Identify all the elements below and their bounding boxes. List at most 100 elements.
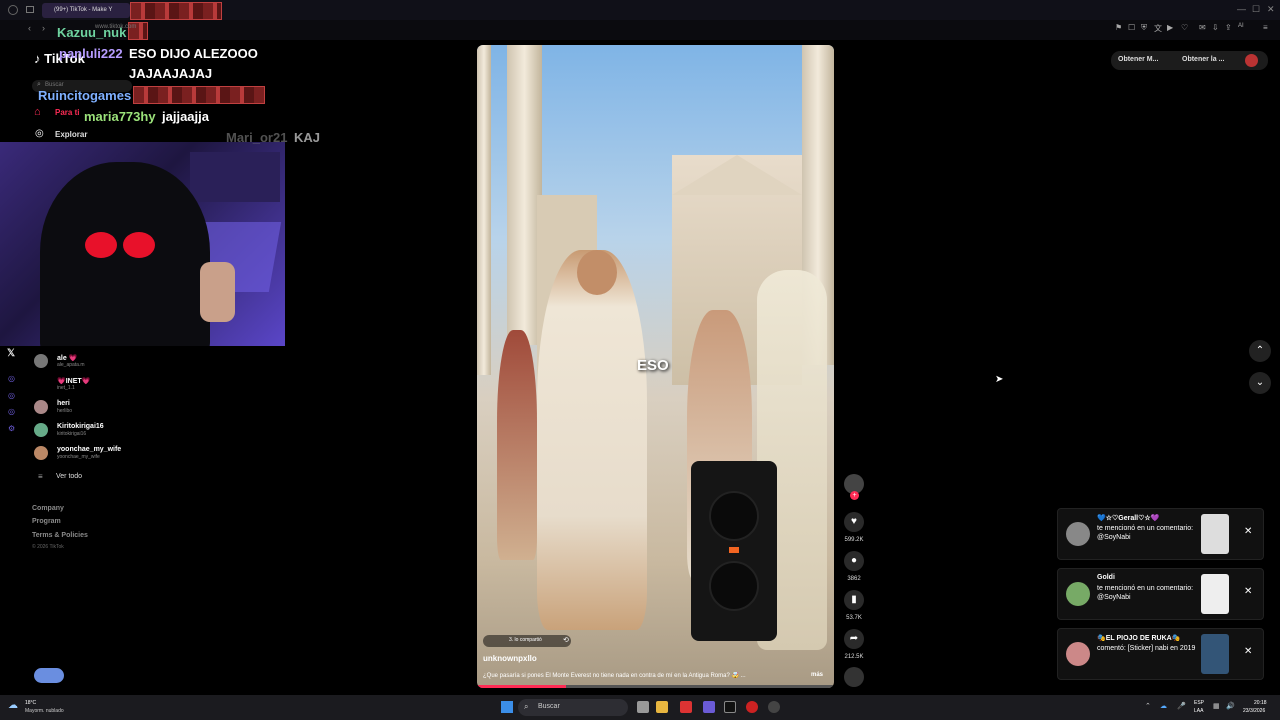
speaker [691, 461, 777, 641]
weather-temp[interactable]: 18°C [25, 700, 36, 706]
notification-card[interactable]: 💙☆♡Gerall♡☆💜 te mencionó en un comentari… [1057, 508, 1264, 560]
task-view-icon[interactable] [637, 701, 649, 713]
x-social-icon[interactable]: 𝕏 [7, 348, 15, 359]
following-item[interactable]: ale 💗 ale_apata.m [34, 354, 144, 374]
obs-icon[interactable] [768, 701, 780, 713]
close-window-icon[interactable]: ✕ [1267, 4, 1275, 15]
see-all-link[interactable]: Ver todo [56, 473, 82, 480]
nav-explore[interactable]: Explorar [55, 130, 87, 139]
notification-thumbnail [1201, 514, 1229, 554]
nav-for-you[interactable]: Para ti [55, 108, 79, 117]
following-item[interactable]: yoonchae_my_wife yoonchae_my_wife [34, 446, 144, 466]
chat-user-6: Mari_or21 [226, 130, 288, 145]
ai-button[interactable]: AI [1238, 23, 1244, 29]
hand [200, 262, 235, 322]
like-button[interactable]: ♥ [844, 512, 864, 532]
next-video-button[interactable]: ⌄ [1249, 372, 1271, 394]
following-item[interactable]: 💗INET💗 inet_1.1 [34, 377, 144, 397]
close-icon[interactable]: ✕ [1244, 586, 1252, 597]
list-icon: ≡ [38, 472, 43, 481]
chat-icon[interactable]: ✉ [1199, 23, 1206, 32]
browser-logo-icon[interactable] [8, 5, 18, 15]
chat-message-6: KAJ [294, 130, 321, 145]
more-link[interactable]: más [811, 672, 823, 678]
speaker-woofer [709, 491, 759, 541]
toggle-switch[interactable] [34, 668, 64, 683]
following-item[interactable]: heri herlibo [34, 400, 144, 420]
repost-icon: ⟲ [563, 637, 569, 644]
temple-roof [672, 155, 802, 195]
discord-icon[interactable] [703, 701, 715, 713]
translate-icon[interactable]: 文 [1154, 23, 1162, 34]
tab-tiktok[interactable]: (99+) TikTok - Make Y [42, 3, 130, 18]
previous-video-button[interactable]: ⌃ [1249, 340, 1271, 362]
video-player[interactable]: ESO 3. lo compartió ⟲ unknownpxllo ¿Que … [477, 45, 834, 688]
capcut-icon[interactable] [724, 701, 736, 713]
sound-disc-icon[interactable] [844, 667, 864, 687]
tray-chevron-icon[interactable]: ⌃ [1145, 702, 1151, 710]
notification-card[interactable]: Goldi te mencionó en un comentario: @Soy… [1057, 568, 1264, 620]
opera-icon[interactable] [746, 701, 758, 713]
play-icon[interactable]: ▶ [1167, 23, 1173, 32]
following-item[interactable]: Kiritokirigai16 kiritokirigai16 [34, 423, 144, 443]
video-description: ¿Que pasaría si pones El Monte Everest n… [483, 673, 746, 679]
bookmark-icon[interactable]: ☐ [1128, 23, 1135, 32]
webcam-overlay [0, 142, 285, 346]
tray-mic-icon[interactable]: 🎤 [1177, 702, 1186, 710]
footer-copyright: © 2026 TikTok [32, 544, 64, 550]
progress-track[interactable] [477, 685, 834, 688]
file-explorer-icon[interactable] [656, 701, 668, 713]
tray-cloud-icon[interactable]: ☁ [1160, 702, 1167, 710]
download-icon[interactable]: ⇩ [1212, 23, 1219, 32]
back-icon[interactable]: ‹ [28, 23, 31, 33]
video-author[interactable]: unknownpxllo [483, 654, 537, 663]
get-button-1[interactable]: Obtener M... [1118, 56, 1158, 63]
minimize-icon[interactable]: — [1237, 4, 1246, 14]
sidebar-icon-2[interactable]: ◎ [8, 391, 15, 400]
volume-icon[interactable]: 🔊 [1226, 702, 1235, 710]
network-icon[interactable]: ▦ [1213, 702, 1220, 710]
notification-thumbnail [1201, 634, 1229, 674]
maximize-icon[interactable]: ☐ [1252, 4, 1260, 15]
get-button-2[interactable]: Obtener la ... [1182, 56, 1224, 63]
progress-fill [477, 685, 567, 688]
app-icon-red[interactable] [680, 701, 692, 713]
share-icon[interactable]: ⇪ [1225, 23, 1232, 32]
language-indicator[interactable]: ESP [1194, 700, 1204, 706]
menu-icon[interactable]: ≡ [1263, 23, 1268, 32]
chat-user-2: panluli222 [59, 46, 123, 61]
save-button[interactable]: ▮ [844, 590, 864, 610]
soldier-figure [497, 330, 537, 560]
close-icon[interactable]: ✕ [1244, 646, 1252, 657]
close-icon[interactable]: ✕ [1244, 526, 1252, 537]
footer-company[interactable]: Company [32, 505, 64, 512]
footer-terms[interactable]: Terms & Policies [32, 532, 88, 539]
sidebar-icon-1[interactable]: ◎ [8, 374, 15, 383]
following-handle: kiritokirigai16 [57, 431, 87, 437]
forward-icon[interactable]: › [42, 23, 45, 33]
settings-gear-icon[interactable]: ⚙ [8, 424, 15, 433]
sidebar-toggle-icon[interactable] [26, 6, 34, 13]
weather-desc: Mayorm. nublado [25, 708, 64, 714]
footer-program[interactable]: Program [32, 518, 61, 525]
extension-icon[interactable]: ⚑ [1115, 23, 1122, 32]
clock-time[interactable]: 20:18 [1254, 700, 1267, 706]
profile-avatar[interactable] [1245, 54, 1258, 67]
weather-icon[interactable]: ☁ [8, 700, 18, 711]
follow-plus-icon[interactable]: + [850, 491, 859, 500]
shared-by-pill[interactable]: 3. lo compartió ⟲ [483, 635, 571, 647]
share-button[interactable]: ➦ [844, 629, 864, 649]
sidebar-icon-3[interactable]: ◎ [8, 407, 15, 416]
monitor-shape [190, 152, 280, 202]
notification-title: 🎭EL PIOJO DE RUKA🎭 [1097, 635, 1181, 642]
heart-icon[interactable]: ♡ [1181, 23, 1188, 32]
heart-icon: ♥ [851, 516, 857, 527]
notification-card[interactable]: 🎭EL PIOJO DE RUKA🎭 comentó: [Sticker] na… [1057, 628, 1264, 680]
shield-icon[interactable]: ⛨ [1141, 23, 1147, 33]
notification-title: Goldi [1097, 574, 1115, 581]
start-button[interactable] [501, 701, 513, 713]
chat-message-2: ESO DIJO ALEZOOO [129, 46, 258, 61]
notification-body: te mencionó en un comentario: @SoyNabi [1097, 525, 1194, 541]
taskbar-search[interactable]: ⌕ Buscar [518, 699, 628, 716]
comment-button[interactable]: ● [844, 551, 864, 571]
